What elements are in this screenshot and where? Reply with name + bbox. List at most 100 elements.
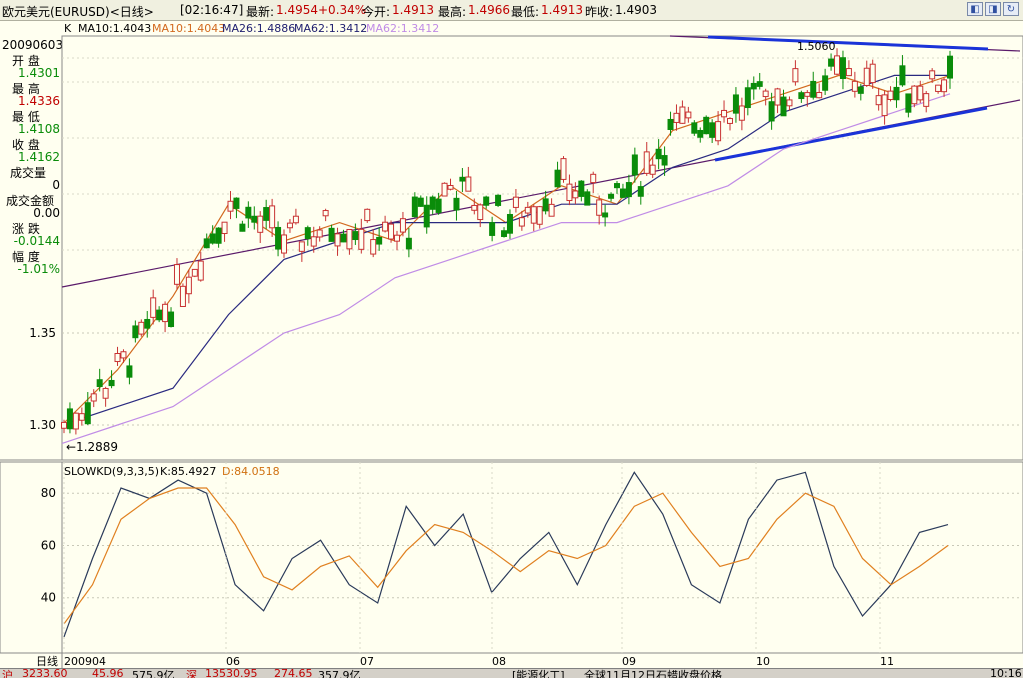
candle-body: [453, 197, 460, 211]
info-high: 1.4336: [18, 94, 60, 108]
candle-body: [750, 82, 757, 90]
candle-body: [715, 121, 722, 142]
candle-body: [382, 221, 389, 232]
candle-body: [102, 387, 109, 399]
info-date: 20090603: [2, 38, 64, 52]
candle-body: [61, 421, 67, 429]
candle-body: [518, 217, 525, 227]
candle-body: [435, 198, 442, 213]
candle-body: [239, 223, 246, 232]
kd-tick-label: 80: [41, 486, 56, 500]
kd-legend-k: K:85.4927: [160, 465, 216, 478]
candle-body: [96, 379, 103, 388]
candle-body: [441, 182, 448, 197]
candle-body: [798, 92, 805, 100]
candle-body: [572, 190, 579, 199]
change-value: +0.34%: [318, 3, 367, 17]
candle-body: [679, 106, 686, 124]
candle-body: [179, 285, 186, 307]
candle-body: [655, 148, 662, 160]
max-annotation: 1.5060: [797, 40, 836, 53]
candle-body: [560, 158, 567, 180]
candle-body: [144, 318, 151, 329]
prev-value: 1.4903: [615, 3, 657, 17]
candle-body: [590, 173, 597, 184]
candlesticks: [61, 48, 953, 435]
candle-body: [834, 55, 841, 75]
time-axis-label: 日线: [36, 654, 58, 668]
candle-body: [875, 95, 882, 106]
candle-body: [269, 205, 276, 229]
candle-body: [596, 199, 603, 216]
info-close: 1.4162: [18, 150, 60, 164]
next-period-icon[interactable]: ◨: [985, 2, 1001, 16]
high-label: 最高:: [438, 5, 467, 19]
candle-body: [483, 196, 490, 206]
candle-body: [631, 154, 638, 176]
candle-body: [423, 204, 430, 228]
candle-body: [292, 215, 299, 224]
candle-body: [281, 234, 288, 254]
candle-body: [822, 75, 829, 91]
candle-body: [738, 105, 745, 121]
long-trendline: [61, 99, 1021, 288]
time-axis: 200904 06 07 08 09 10 11: [63, 462, 894, 668]
candle-body: [732, 94, 739, 114]
candle-body: [191, 268, 198, 277]
chart-canvas: 1.30 1.35 80 60 40 1.5060 ←1.2889 SLOWKD(9,…: [0, 35, 1023, 668]
clock: [02:16:47]: [180, 3, 244, 17]
candle-body: [625, 182, 632, 198]
candle-body: [756, 81, 763, 87]
refresh-icon[interactable]: ↻: [1003, 2, 1019, 16]
candle-body: [84, 402, 91, 425]
candle-body: [66, 408, 73, 430]
candle-body: [637, 186, 644, 197]
candle-body: [673, 112, 680, 123]
candle-body: [471, 204, 478, 211]
candle-body: [370, 239, 377, 255]
candle-body: [643, 151, 650, 174]
ma62-legend: MA62:1.3412: [294, 22, 368, 35]
moving-averages: [61, 74, 951, 444]
candle-body: [887, 90, 894, 100]
candle-body: [263, 207, 270, 221]
ma10-legend-b: MA10:1.4043: [152, 22, 226, 35]
prev-period-icon[interactable]: ◧: [967, 2, 983, 16]
candle-body: [114, 353, 121, 363]
candle-body: [899, 65, 906, 86]
kd-legend-name: SLOWKD(9,3,3,5): [64, 465, 159, 478]
instrument-title: 欧元美元(EURUSD)<日线>: [2, 5, 154, 19]
candle-body: [197, 260, 204, 281]
info-volume: 0: [52, 178, 60, 192]
ma-line-ma26: [61, 74, 950, 426]
candle-body: [548, 203, 555, 217]
candle-body: [72, 412, 79, 430]
candle-body: [786, 99, 793, 107]
time-tick-label: 09: [622, 655, 636, 668]
candle-body: [839, 57, 846, 80]
candle-body: [393, 234, 400, 242]
candle-body: [209, 233, 216, 244]
candle-body: [828, 58, 835, 67]
candle-body: [465, 176, 472, 192]
info-volume-label: 成交量: [10, 166, 47, 180]
candle-body: [744, 87, 751, 109]
price-tick-label: 1.35: [29, 326, 56, 340]
candle-body: [399, 218, 406, 233]
candle-body: [156, 309, 163, 321]
candle-body: [929, 70, 936, 80]
candle-body: [215, 227, 222, 244]
candle-body: [697, 129, 704, 138]
candle-body: [905, 93, 912, 113]
candle-body: [506, 213, 513, 234]
info-open: 1.4301: [18, 66, 60, 80]
candle-body: [447, 185, 454, 190]
candle-body: [376, 236, 383, 245]
latest-label: 最新:: [246, 5, 275, 19]
price-tick-label: 1.30: [29, 418, 56, 432]
ma10-legend: MA10:1.4043: [78, 22, 152, 35]
candle-body: [691, 122, 698, 134]
candle-body: [346, 228, 353, 250]
high-value: 1.4966: [468, 3, 510, 17]
candle-body: [726, 118, 733, 124]
